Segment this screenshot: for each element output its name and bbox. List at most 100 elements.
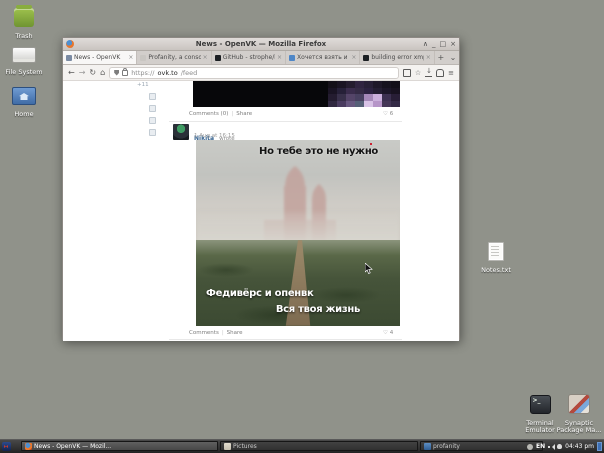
tab-profanity[interactable]: Profanity, a console ba × xyxy=(137,51,211,64)
taskbar-button-label: Pictures xyxy=(233,443,257,450)
close-button[interactable]: × xyxy=(450,38,456,50)
desktop-icon-file-system[interactable]: File System xyxy=(1,47,47,76)
tab-bar: News - OpenVK × Profanity, a console ba … xyxy=(63,51,459,65)
post-timestamp[interactable]: 1 Aug at 16:15 xyxy=(194,133,235,139)
blue-site-favicon xyxy=(289,55,295,61)
system-tray: EN 04:43 pm xyxy=(527,440,602,453)
list-tabs-button[interactable]: ⌄ xyxy=(447,51,459,64)
folder-icon xyxy=(224,443,231,450)
tab-github-strophe[interactable]: GitHub - strophe/lib × xyxy=(212,51,286,64)
back-button[interactable]: ← xyxy=(68,69,75,77)
heart-icon: ♡ xyxy=(383,330,388,336)
window-titlebar[interactable]: News - OpenVK — Mozilla Firefox ∧ _ □ × xyxy=(63,38,459,51)
volume-icon[interactable] xyxy=(548,444,554,450)
heart-icon: ♡ xyxy=(383,111,388,117)
post-divider xyxy=(169,121,402,122)
reactions-badge: +11 xyxy=(137,82,149,88)
openvk-feed-page: +11 Comments (0)|Share ♡ 6 Nikita wrote xyxy=(63,81,459,341)
reload-button[interactable]: ↻ xyxy=(89,69,96,77)
taskbar: News - OpenVK — Mozil... Pictures profan… xyxy=(0,439,604,453)
tab-label: GitHub - strophe/lib xyxy=(223,54,275,61)
lock-icon[interactable] xyxy=(122,70,128,76)
tab-building-error[interactable]: building error xmpp × xyxy=(360,51,434,64)
account-icon[interactable] xyxy=(436,69,444,77)
post-actions: Comments|Share xyxy=(189,330,243,336)
tab-news-openvk[interactable]: News - OpenVK × xyxy=(63,51,137,64)
desktop-icon-synaptic[interactable]: Synaptic Package Ma... xyxy=(556,394,602,435)
tab-close-icon[interactable]: × xyxy=(203,54,208,61)
trash-icon xyxy=(14,8,34,27)
clock[interactable]: 04:43 pm xyxy=(565,443,594,450)
icon-label: Synaptic Package Ma... xyxy=(556,420,602,435)
terminal-icon xyxy=(530,395,551,414)
downloads-icon[interactable] xyxy=(425,69,432,77)
meme-image[interactable]: Но тебе это не нужно Федивёрс и опенвк В… xyxy=(196,140,400,326)
reaction-icon[interactable] xyxy=(149,129,156,136)
taskbar-window-firefox[interactable]: News - OpenVK — Mozil... xyxy=(21,441,218,451)
desktop: Trash File System Home Notes.txt Termina… xyxy=(0,0,604,453)
tray-applet-icon[interactable] xyxy=(527,444,533,450)
tab-close-icon[interactable]: × xyxy=(426,54,431,61)
url-host: ovk.to xyxy=(158,69,178,77)
avatar[interactable] xyxy=(173,124,189,140)
reaction-icon[interactable] xyxy=(149,93,156,100)
taskbar-window-profanity[interactable]: profanity xyxy=(420,441,543,451)
minimize-button[interactable]: _ xyxy=(432,38,436,50)
taskbar-button-label: profanity xyxy=(433,443,460,450)
github-favicon xyxy=(363,55,369,61)
reaction-icon[interactable] xyxy=(149,105,156,112)
desktop-icon-trash[interactable]: Trash xyxy=(1,8,47,40)
maximize-button[interactable]: □ xyxy=(440,38,447,50)
pixelated-region xyxy=(328,81,400,107)
page-favicon xyxy=(140,55,146,61)
openvk-favicon xyxy=(66,55,72,61)
post-actions: Comments (0)|Share xyxy=(189,111,252,117)
icon-label: Trash xyxy=(1,33,47,40)
tab-label: building error xmpp xyxy=(371,54,423,61)
tab-close-icon[interactable]: × xyxy=(277,54,282,61)
text-file-icon xyxy=(488,242,504,261)
desktop-icon-home[interactable]: Home xyxy=(1,87,47,118)
workspace-switcher[interactable] xyxy=(597,442,602,451)
like-counter[interactable]: ♡ 6 xyxy=(383,111,393,117)
mouse-cursor xyxy=(365,263,373,274)
applications-menu-button[interactable] xyxy=(2,442,11,451)
taskbar-window-pictures[interactable]: Pictures xyxy=(220,441,418,451)
home-button[interactable]: ⌂ xyxy=(100,69,105,77)
post-divider xyxy=(169,339,402,340)
url-path: /feed xyxy=(181,69,198,77)
shade-button[interactable]: ∧ xyxy=(423,38,428,50)
reaction-icon[interactable] xyxy=(149,117,156,124)
github-favicon xyxy=(215,55,221,61)
keyboard-layout-indicator[interactable]: EN xyxy=(536,443,545,450)
new-tab-button[interactable]: + xyxy=(435,51,447,64)
meme-top-text: Но тебе это не нужно xyxy=(259,147,378,157)
tracking-protection-icon[interactable] xyxy=(114,70,119,76)
comments-link[interactable]: Comments (0) xyxy=(189,111,228,117)
firefox-window: News - OpenVK — Mozilla Firefox ∧ _ □ × … xyxy=(62,37,460,340)
bookmark-star-icon[interactable]: ☆ xyxy=(415,69,421,77)
share-link[interactable]: Share xyxy=(227,330,243,336)
share-link[interactable]: Share xyxy=(236,111,252,117)
drive-icon xyxy=(12,47,36,63)
reader-mode-icon[interactable] xyxy=(403,69,411,77)
like-counter[interactable]: ♡ 4 xyxy=(383,330,393,336)
desktop-icon-notes-file[interactable]: Notes.txt xyxy=(473,242,519,274)
meme-bottom-text-2: Вся твоя жизнь xyxy=(276,305,360,315)
tab-close-icon[interactable]: × xyxy=(128,54,133,61)
url-scheme: https:// xyxy=(131,69,154,77)
tab-close-icon[interactable]: × xyxy=(351,54,356,61)
icon-label: File System xyxy=(1,69,47,76)
firefox-icon xyxy=(66,40,74,48)
forward-button[interactable]: → xyxy=(79,69,86,77)
url-bar[interactable]: https:// ovk.to/feed xyxy=(109,67,399,79)
divider: | xyxy=(219,330,227,336)
notification-icon[interactable] xyxy=(557,444,562,449)
post-attachment-image[interactable] xyxy=(193,81,400,107)
like-count: 6 xyxy=(390,111,394,117)
comments-link[interactable]: Comments xyxy=(189,330,219,336)
menu-icon[interactable]: ≡ xyxy=(448,69,454,77)
icon-label: Notes.txt xyxy=(473,267,519,274)
firefox-icon xyxy=(25,443,32,450)
tab-habr-article[interactable]: Хочется взять и ра × xyxy=(286,51,360,64)
